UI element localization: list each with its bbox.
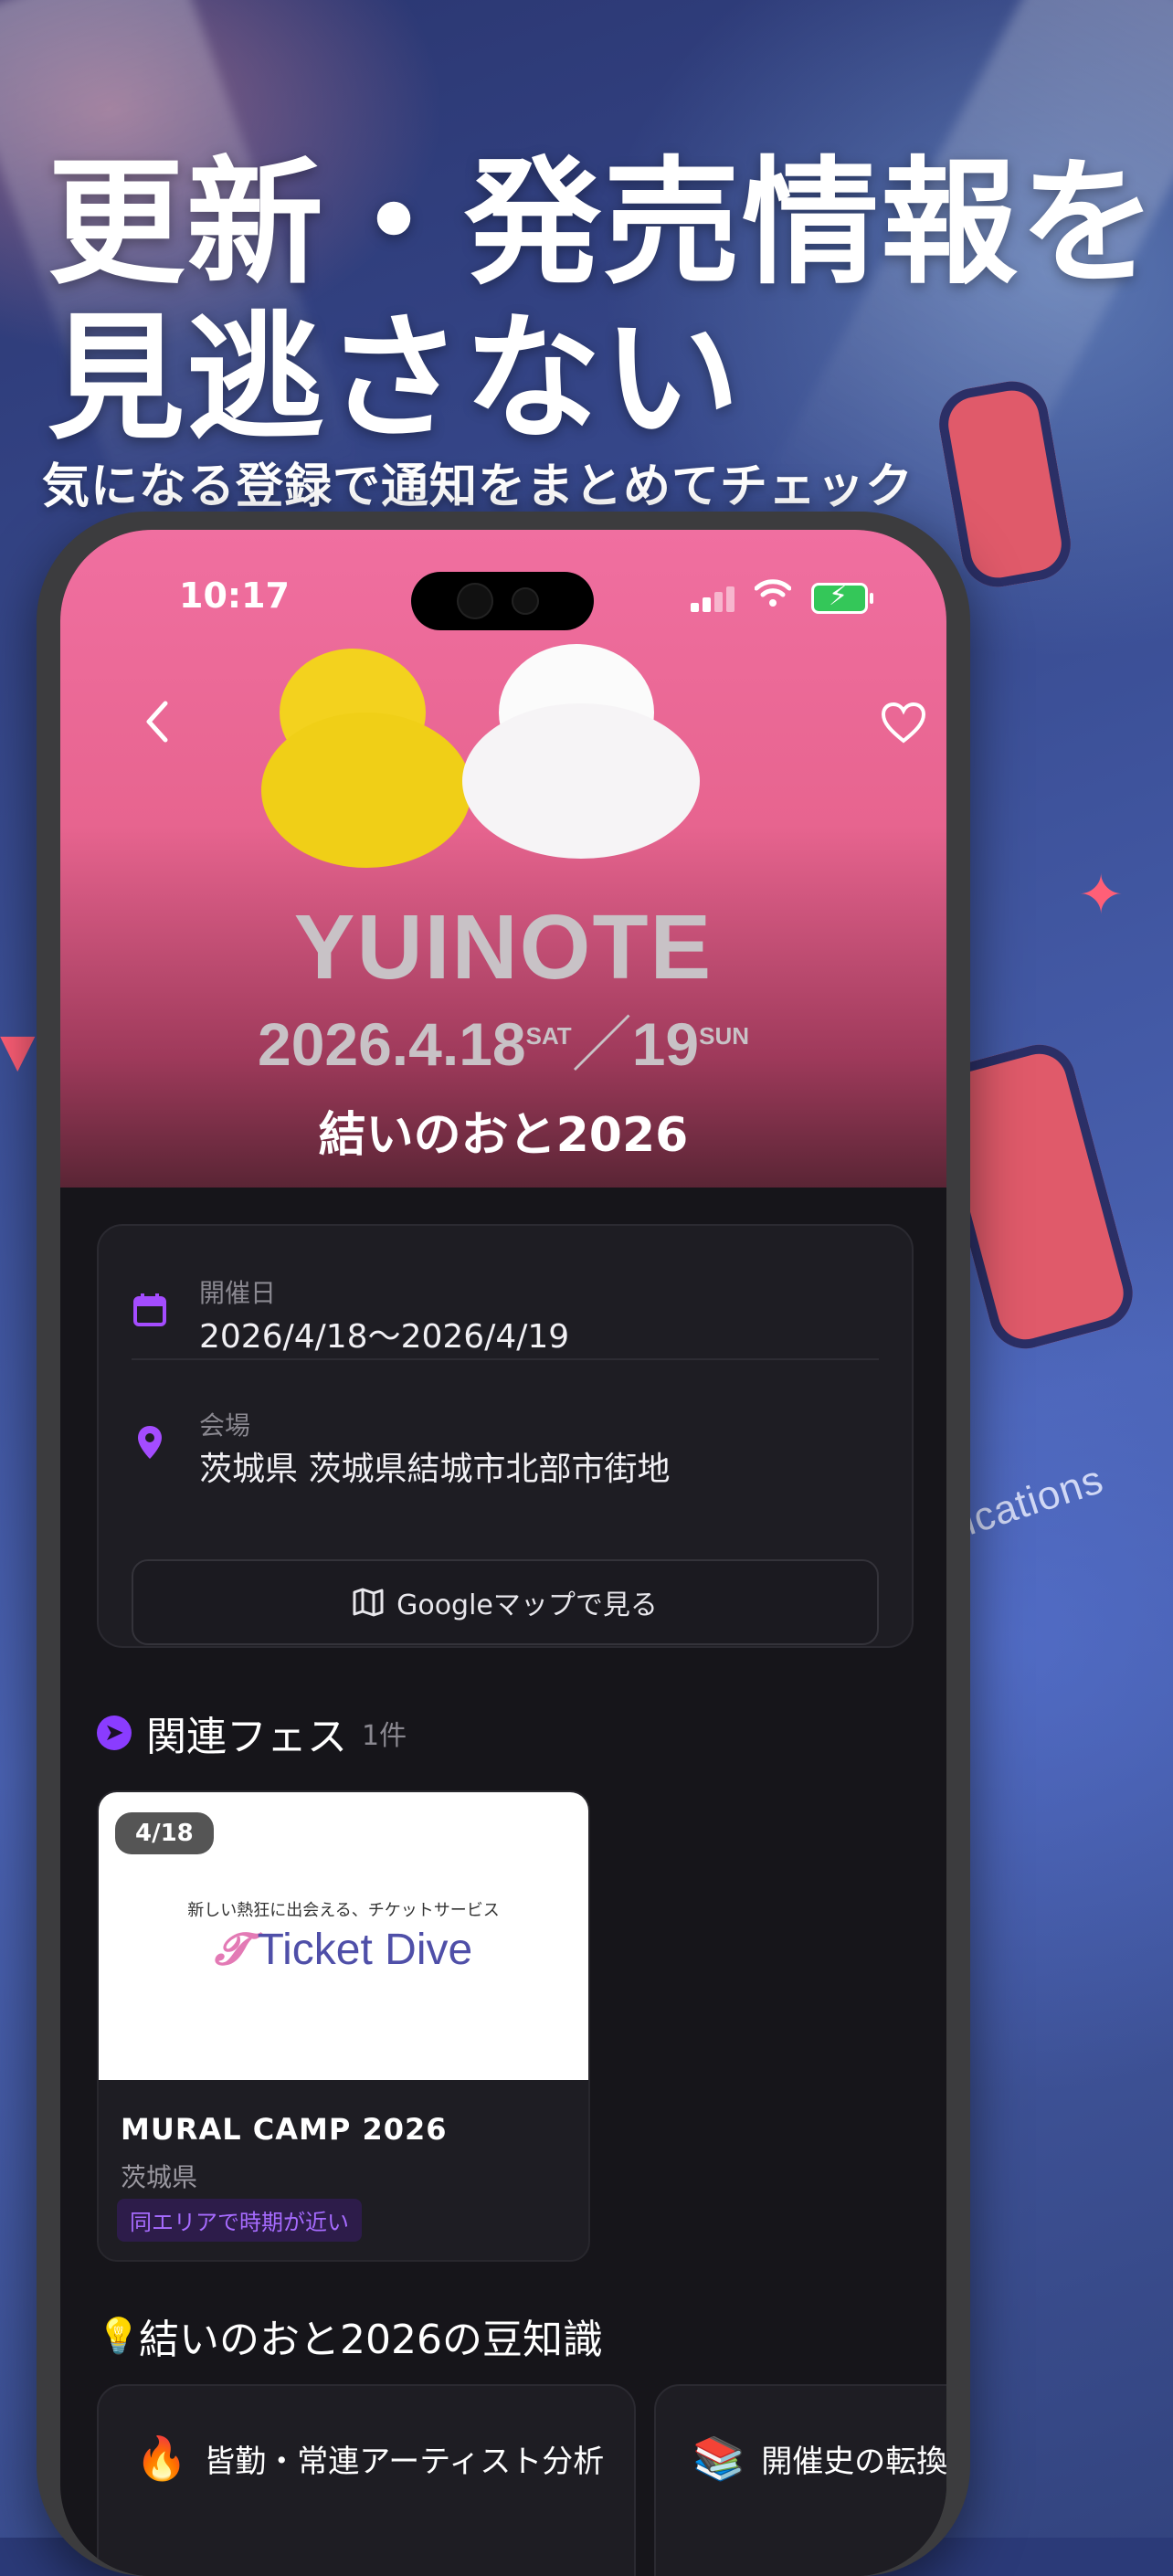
triangle-icon: ▼ xyxy=(0,1024,36,1077)
wifi-icon xyxy=(754,575,792,618)
logo-dates: 2026.4.18SAT／19SUN xyxy=(257,1010,750,1078)
trivia-card-title: 皆勤・常連アーティスト分析 xyxy=(204,2444,605,2480)
back-button[interactable] xyxy=(124,694,188,758)
date-value: 2026/4/18〜2026/4/19 xyxy=(199,1318,570,1356)
fes-thumbnail: 4/18 新しい熱狂に出会える、チケットサービス 𝓣 Ticket Dive xyxy=(99,1792,588,2080)
google-maps-button[interactable]: Googleマップで見る xyxy=(132,1559,879,1645)
map-icon xyxy=(353,1588,384,1617)
ticketdive-caption: 新しい熱狂に出会える、チケットサービス xyxy=(187,1901,500,1920)
event-hero: 10:17 ⚡ YUINOTE 2026.4.18SAT／19SUN 結いのおと… xyxy=(60,530,946,1188)
promo-headline: 更新・発売情報を 見逃さない xyxy=(48,144,1159,459)
sparkle-icon: ✦ xyxy=(1078,863,1125,927)
calendar-icon xyxy=(132,1292,168,1328)
trivia-heading: 結いのおと2026の豆知識 xyxy=(139,2317,603,2363)
fes-prefecture: 茨城県 xyxy=(121,2162,198,2192)
related-heading: 関連フェス xyxy=(146,1714,347,1760)
related-count: 1件 xyxy=(362,1720,407,1752)
date-label: 開催日 xyxy=(199,1278,277,1308)
event-info-card: 開催日 2026/4/18〜2026/4/19 会場 茨城県 茨城県結城市北部市… xyxy=(97,1224,914,1648)
compass-icon: ➤ xyxy=(97,1716,132,1750)
fes-name: MURAL CAMP 2026 xyxy=(121,2112,448,2147)
promo-subheadline: 気になる登録で通知をまとめてチェック xyxy=(42,459,914,514)
trivia-section-header: 💡 結いのおと2026の豆知識 xyxy=(97,2307,603,2365)
chevron-left-icon xyxy=(146,701,168,743)
trivia-card-title: 開催史の転換 xyxy=(761,2444,946,2480)
background-caption: fications xyxy=(946,1456,1109,1548)
divider xyxy=(132,1358,879,1360)
map-button-label: Googleマップで見る xyxy=(396,1589,658,1621)
logo-wordmark: YUINOTE xyxy=(293,896,713,998)
venue-label: 会場 xyxy=(199,1410,251,1441)
location-pin-icon xyxy=(132,1424,168,1461)
lightbulb-icon: 💡 xyxy=(97,2316,141,2356)
dynamic-island xyxy=(411,572,594,630)
app-screen: 10:17 ⚡ YUINOTE 2026.4.18SAT／19SUN 結いのおと… xyxy=(60,530,946,2576)
trivia-card[interactable]: 📚 開催史の転換 xyxy=(654,2384,946,2576)
fes-tag: 同エリアで時期が近い xyxy=(117,2199,362,2242)
trivia-card[interactable]: 🔥 皆勤・常連アーティスト分析 xyxy=(97,2384,636,2576)
fire-icon: 🔥 xyxy=(135,2433,188,2483)
status-bar: 10:17 ⚡ xyxy=(60,566,946,630)
signal-icon xyxy=(691,586,738,612)
venue-value: 茨城県 茨城県結城市北部市街地 xyxy=(199,1451,671,1488)
status-time: 10:17 xyxy=(179,575,290,616)
books-icon: 📚 xyxy=(692,2433,745,2483)
battery-icon: ⚡ xyxy=(811,580,873,614)
fes-date-badge: 4/18 xyxy=(115,1812,214,1854)
related-section-header: ➤ 関連フェス 1件 xyxy=(97,1704,407,1762)
related-fes-card[interactable]: 4/18 新しい熱狂に出会える、チケットサービス 𝓣 Ticket Dive MU… xyxy=(97,1790,590,2262)
phone-frame: 10:17 ⚡ YUINOTE 2026.4.18SAT／19SUN 結いのおと… xyxy=(37,512,970,2576)
event-title: 結いのおと2026 xyxy=(318,1108,689,1163)
heart-icon xyxy=(881,702,926,744)
ticketdive-logo: 𝓣 Ticket Dive xyxy=(214,1926,473,1974)
favorite-button[interactable] xyxy=(872,694,935,758)
